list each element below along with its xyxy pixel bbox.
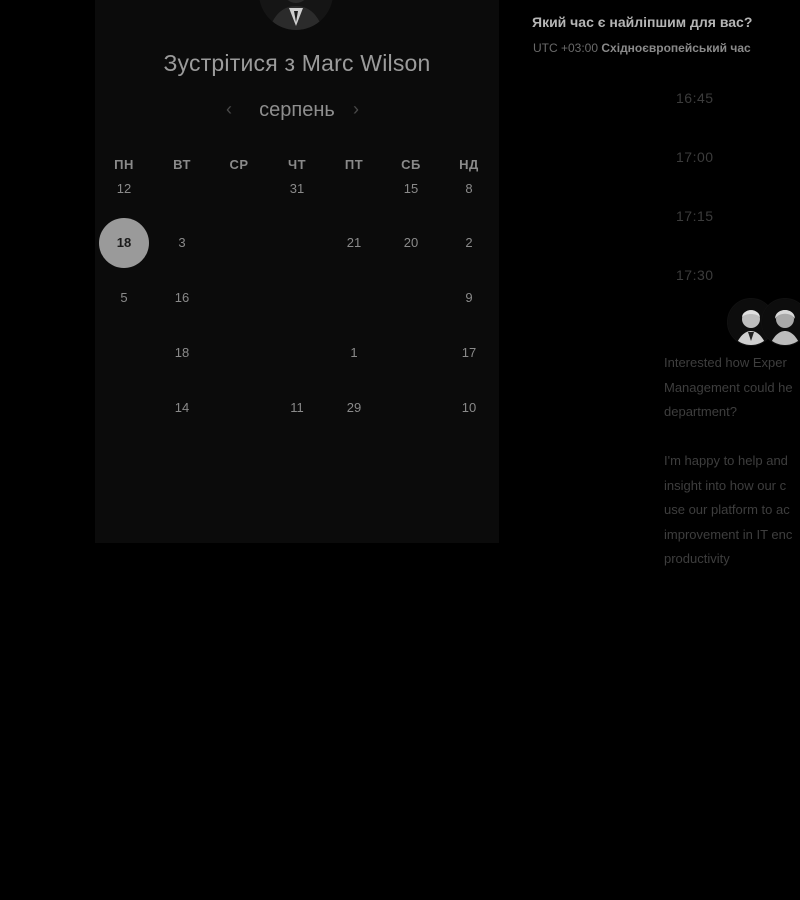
- calendar-day[interactable]: 11: [272, 383, 322, 433]
- calendar-day[interactable]: 10: [444, 383, 494, 433]
- meeting-title: Зустрітися з Marc Wilson: [163, 50, 431, 76]
- timezone-selector[interactable]: UTC +03:00 Східноєвропейський час: [533, 41, 751, 55]
- calendar-day: [329, 273, 379, 323]
- calendar-day[interactable]: 17: [444, 328, 494, 378]
- calendar-day: [214, 273, 264, 323]
- calendar-day[interactable]: 29: [329, 383, 379, 433]
- calendar-day: [157, 164, 207, 214]
- time-slot[interactable]: 17:00: [676, 149, 714, 165]
- calendar-day[interactable]: 20: [386, 218, 436, 268]
- calendar-day[interactable]: 16: [157, 273, 207, 323]
- time-slot[interactable]: 16:45: [676, 90, 714, 106]
- calendar-day: [329, 164, 379, 214]
- month-label: серпень: [259, 99, 335, 121]
- calendar-day[interactable]: 5: [99, 273, 149, 323]
- calendar-day[interactable]: 14: [157, 383, 207, 433]
- calendar-day: [386, 273, 436, 323]
- calendar-day[interactable]: 2: [444, 218, 494, 268]
- calendar-day: [272, 328, 322, 378]
- calendar-day: [386, 328, 436, 378]
- host-bio: Interested how Exper Management could he…: [664, 355, 793, 566]
- calendar-day[interactable]: 8: [444, 164, 494, 214]
- calendar-day: [272, 273, 322, 323]
- time-slot[interactable]: 17:15: [676, 208, 714, 224]
- chevron-right-icon[interactable]: ›: [353, 98, 359, 120]
- calendar-day[interactable]: 31: [272, 164, 322, 214]
- calendar-day[interactable]: 12: [99, 164, 149, 214]
- calendar-day: [214, 383, 264, 433]
- calendar-day[interactable]: 21: [329, 218, 379, 268]
- calendar-day-selected[interactable]: 18: [99, 218, 149, 268]
- calendar-day: [214, 218, 264, 268]
- calendar-day[interactable]: 18: [157, 328, 207, 378]
- month-navigation: ‹ серпень ›: [95, 96, 499, 126]
- time-question-heading: Який час є найліпшим для вас?: [532, 14, 753, 30]
- calendar-day: [214, 164, 264, 214]
- calendar-day[interactable]: 3: [157, 218, 207, 268]
- calendar-card: Зустрітися з Marc Wilson ‹ серпень › ПН В…: [95, 0, 499, 543]
- calendar-day[interactable]: 15: [386, 164, 436, 214]
- time-slot[interactable]: 17:30: [676, 267, 714, 283]
- host-avatar: [259, 0, 333, 30]
- calendar-day[interactable]: 1: [329, 328, 379, 378]
- scheduling-page: Зустрітися з Marc Wilson ‹ серпень › ПН В…: [0, 0, 800, 900]
- timezone-offset: UTC +03:00: [533, 41, 599, 55]
- calendar-day: [214, 328, 264, 378]
- calendar-day: [99, 383, 149, 433]
- calendar-day: [386, 383, 436, 433]
- timezone-name: Східноєвропейський час: [601, 41, 751, 55]
- calendar-day[interactable]: 9: [444, 273, 494, 323]
- team-avatars: [727, 298, 800, 346]
- calendar-day: [272, 218, 322, 268]
- calendar-day: [99, 328, 149, 378]
